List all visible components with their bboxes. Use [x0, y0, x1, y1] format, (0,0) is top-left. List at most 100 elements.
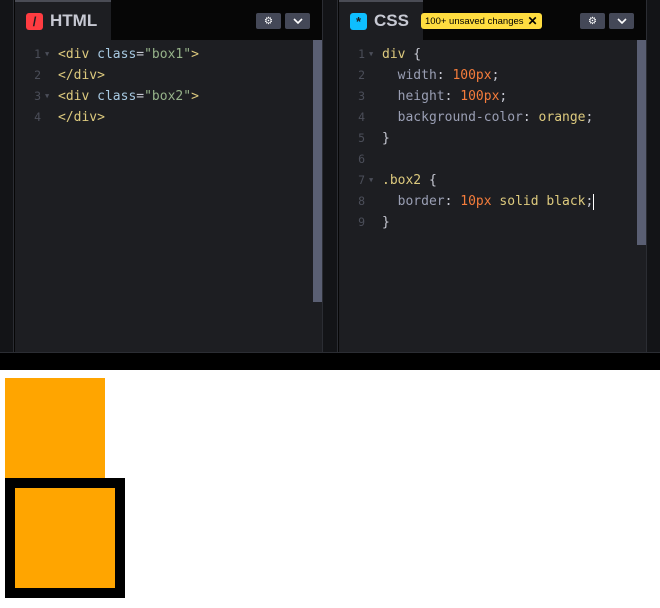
- code-text: background-color: orange;: [382, 107, 594, 128]
- html-editor-pane: / HTML ⚙ 1 ▼ <div class="box1"> 2 </div> 3 ▼ <d…: [15, 0, 322, 352]
- code-token: border: [382, 194, 445, 209]
- code-token: ;: [499, 89, 508, 104]
- code-text: }: [382, 128, 390, 149]
- code-line[interactable]: 8 border: 10px solid black;: [339, 191, 629, 212]
- line-number: 4: [358, 110, 365, 124]
- line-number: 6: [358, 152, 365, 166]
- css-asterisk-icon: *: [350, 12, 367, 30]
- preview-box2: [5, 478, 125, 598]
- code-token: ;: [491, 68, 500, 83]
- code-token: <div: [58, 89, 98, 104]
- html-code-editor[interactable]: 1 ▼ <div class="box1"> 2 </div> 3 ▼ <div class=…: [15, 40, 322, 352]
- css-pane-header: * CSS 100+ unsaved changes ✕ ⚙: [339, 0, 646, 40]
- css-editor-pane: * CSS 100+ unsaved changes ✕ ⚙ 1 ▼ div {2 …: [339, 0, 646, 352]
- code-line[interactable]: 2 </div>: [15, 65, 305, 86]
- fold-arrow-icon[interactable]: ▼: [45, 44, 49, 65]
- css-scrollbar[interactable]: [637, 40, 646, 245]
- code-token: class: [97, 89, 137, 104]
- code-line[interactable]: 7 ▼ .box2 {: [339, 170, 629, 191]
- gear-icon: ⚙: [264, 15, 273, 27]
- chevron-down-icon: [292, 16, 303, 27]
- code-token: solid black: [491, 194, 586, 209]
- code-token: ;: [585, 110, 594, 125]
- css-tab[interactable]: * CSS: [339, 0, 423, 40]
- right-gutter: [646, 0, 660, 352]
- unsaved-changes-badge[interactable]: 100+ unsaved changes ✕: [421, 13, 542, 29]
- line-number: 8: [358, 194, 365, 208]
- code-token: </div>: [58, 68, 105, 83]
- code-token: }: [382, 215, 390, 230]
- code-line[interactable]: 6: [339, 149, 629, 170]
- code-token: "box1": [144, 47, 192, 62]
- code-line[interactable]: 3 height: 100px;: [339, 86, 629, 107]
- code-line[interactable]: 5}: [339, 128, 629, 149]
- html-tab[interactable]: / HTML: [15, 0, 112, 40]
- code-line[interactable]: 4 </div>: [15, 107, 305, 128]
- result-preview: [0, 370, 660, 608]
- line-number: 9: [358, 215, 365, 229]
- fold-arrow-icon[interactable]: ▼: [369, 44, 373, 65]
- code-token: width: [382, 68, 437, 83]
- fold-arrow-icon[interactable]: ▼: [45, 86, 49, 107]
- code-token: <div: [58, 47, 98, 62]
- line-number: 4: [34, 110, 41, 124]
- code-line[interactable]: 4 background-color: orange;: [339, 107, 629, 128]
- code-token: height: [382, 89, 445, 104]
- pane-resizer[interactable]: [322, 0, 338, 352]
- line-number: 3: [34, 89, 41, 103]
- code-text: div {: [382, 44, 421, 65]
- css-collapse-button[interactable]: [609, 13, 634, 29]
- close-icon[interactable]: ✕: [528, 15, 538, 27]
- html-tab-title: HTML: [50, 11, 98, 30]
- code-token: :: [444, 89, 461, 104]
- line-number: 7: [358, 173, 365, 187]
- chevron-down-icon: [616, 16, 627, 27]
- code-token: :: [522, 110, 539, 125]
- line-number: 1: [34, 47, 41, 61]
- code-text: }: [382, 212, 390, 233]
- left-gutter: [0, 0, 14, 352]
- code-text: <div class="box1">: [58, 44, 199, 65]
- code-line[interactable]: 9}: [339, 212, 629, 233]
- code-text: </div>: [58, 107, 105, 128]
- code-line[interactable]: 1 ▼ <div class="box1">: [15, 44, 305, 65]
- code-token: 10px: [460, 194, 492, 209]
- code-text: </div>: [58, 65, 105, 86]
- code-line[interactable]: 1 ▼ div {: [339, 44, 629, 65]
- css-code-editor[interactable]: 1 ▼ div {2 width: 100px; 3 height: 100px; 4 …: [339, 40, 646, 352]
- code-token: :: [444, 194, 461, 209]
- fold-arrow-icon[interactable]: ▼: [369, 170, 373, 191]
- code-token: class: [97, 47, 137, 62]
- code-token: "box2": [144, 89, 192, 104]
- code-token: }: [382, 131, 390, 146]
- line-number: 5: [358, 131, 365, 145]
- preview-resize-bar[interactable]: [0, 352, 660, 370]
- html-settings-button[interactable]: ⚙: [256, 13, 281, 29]
- code-token: </div>: [58, 110, 105, 125]
- code-line[interactable]: 3 ▼ <div class="box2">: [15, 86, 305, 107]
- html-slash-icon: /: [26, 12, 43, 30]
- code-token: =: [136, 89, 145, 104]
- line-number: 1: [358, 47, 365, 61]
- text-cursor: [593, 193, 595, 210]
- code-line[interactable]: 2 width: 100px;: [339, 65, 629, 86]
- html-collapse-button[interactable]: [285, 13, 310, 29]
- code-token: ;: [585, 194, 594, 209]
- line-number: 2: [358, 68, 365, 82]
- css-tab-title: CSS: [374, 11, 409, 30]
- code-token: 100px: [460, 89, 500, 104]
- code-token: background-color: [382, 110, 523, 125]
- code-text: <div class="box2">: [58, 86, 199, 107]
- code-text: height: 100px;: [382, 86, 508, 107]
- code-text: .box2 {: [382, 170, 437, 191]
- code-token: orange: [538, 110, 586, 125]
- editor-area: / HTML ⚙ 1 ▼ <div class="box1"> 2 </div> 3 ▼ <d…: [0, 0, 660, 370]
- css-settings-button[interactable]: ⚙: [580, 13, 605, 29]
- code-token: div: [382, 47, 406, 62]
- gear-icon: ⚙: [588, 15, 597, 27]
- unsaved-changes-label: 100+ unsaved changes: [425, 15, 524, 27]
- code-token: 100px: [452, 68, 492, 83]
- code-token: :: [436, 68, 453, 83]
- code-text: border: 10px solid black;: [382, 191, 595, 212]
- html-scrollbar[interactable]: [313, 40, 322, 302]
